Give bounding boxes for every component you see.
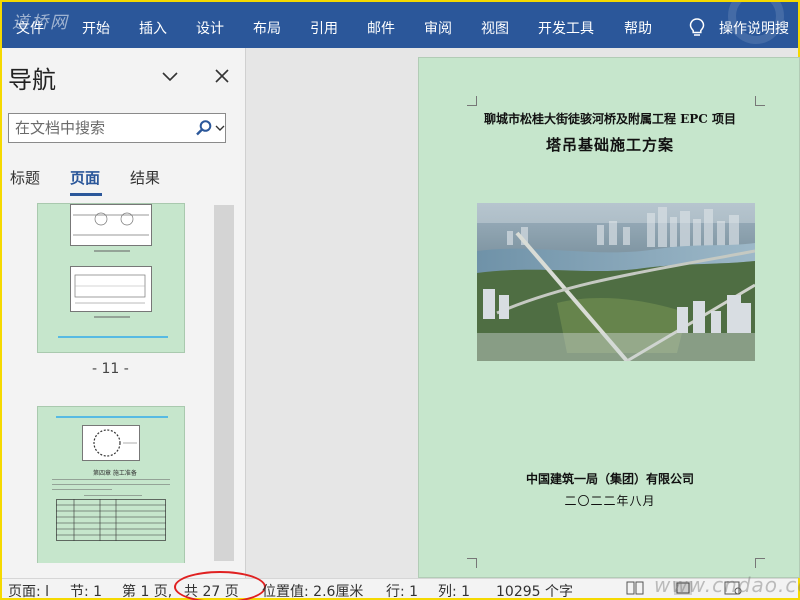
search-box: [8, 113, 226, 143]
tab-references[interactable]: 引用: [310, 18, 338, 38]
ribbon-tab-bar: 道桥网 文件 开始 插入 设计 布局 引用 邮件 审阅 视图 开发工具 帮助 操…: [2, 2, 798, 48]
tab-review[interactable]: 审阅: [424, 18, 452, 38]
status-line[interactable]: 行: 1: [386, 581, 418, 600]
read-mode-icon[interactable]: [626, 581, 644, 595]
status-position[interactable]: 位置值: 2.6厘米: [262, 581, 363, 600]
tab-insert[interactable]: 插入: [139, 18, 167, 38]
lightbulb-icon[interactable]: [688, 17, 706, 37]
nav-pane-title: 导航: [8, 66, 56, 94]
tab-help[interactable]: 帮助: [624, 18, 652, 38]
document-page[interactable]: 聊城市松桂大街徒骇河桥及附属工程 EPC 项目 塔吊基础施工方案 中国建筑一局（…: [418, 57, 800, 578]
document-title: 塔吊基础施工方案: [545, 136, 674, 154]
status-section[interactable]: 节: 1: [70, 581, 102, 600]
active-tab-indicator: [70, 193, 102, 196]
close-icon[interactable]: [212, 66, 232, 86]
tab-headings[interactable]: 标题: [10, 167, 40, 188]
page-thumbnail[interactable]: 第四章 施工准备: [37, 406, 185, 563]
tab-layout[interactable]: 布局: [253, 18, 281, 38]
thumbnail-text-line: [52, 484, 170, 485]
status-bar: 页面: l 节: 1 第 1 页, 共 27 页 位置值: 2.6厘米 行: 1…: [2, 571, 800, 600]
navigation-pane: 导航 标题 页面 结果: [2, 48, 246, 578]
chevron-down-icon[interactable]: [214, 122, 226, 134]
page-thumbnails: - 11 - 第四章 施工准备: [2, 203, 246, 563]
thumbnail-drawing: [82, 425, 140, 461]
thumbnail-footer-line: [58, 336, 168, 338]
status-page[interactable]: 页面: l: [8, 581, 49, 600]
tab-home[interactable]: 开始: [82, 18, 110, 38]
search-input[interactable]: [9, 114, 189, 142]
crop-mark: [467, 558, 477, 568]
status-page-of[interactable]: 第 1 页,: [122, 581, 172, 600]
highlight-circle: [174, 571, 266, 600]
thumbnail-text-line: [52, 479, 170, 480]
crop-mark: [755, 558, 765, 568]
thumbnail-drawing: [70, 266, 152, 312]
thumbnail-caption: [94, 316, 130, 318]
chevron-down-icon[interactable]: [160, 66, 180, 86]
page-thumbnail[interactable]: [37, 203, 185, 353]
tab-design[interactable]: 设计: [196, 18, 224, 38]
document-area: 聊城市松桂大街徒骇河桥及附属工程 EPC 项目 塔吊基础施工方案 中国建筑一局（…: [248, 48, 800, 578]
thumbnail-table: [56, 499, 166, 541]
status-word-count[interactable]: 10295 个字: [496, 581, 573, 600]
tab-view[interactable]: 视图: [481, 18, 509, 38]
document-date: 二〇二二年八月: [564, 494, 656, 508]
tab-file[interactable]: 文件: [16, 18, 44, 38]
crop-mark: [755, 96, 765, 106]
crop-mark: [467, 96, 477, 106]
company-name: 中国建筑一局（集团）有限公司: [525, 472, 694, 486]
thumbnail-drawing: [70, 204, 152, 246]
thumbnail-caption: [94, 250, 130, 252]
tab-pages[interactable]: 页面: [70, 167, 100, 188]
tab-results[interactable]: 结果: [130, 167, 160, 188]
status-column[interactable]: 列: 1: [438, 581, 470, 600]
thumbnail-heading: 第四章 施工准备: [93, 470, 137, 477]
search-icon[interactable]: [195, 119, 213, 137]
thumbnail-text-line: [52, 489, 112, 490]
thumbnail-scrollbar[interactable]: [214, 205, 234, 561]
project-title: 聊城市松桂大街徒骇河桥及附属工程 EPC 项目: [483, 112, 737, 126]
cover-photo: [477, 203, 755, 361]
page-number-label: - 11 -: [92, 361, 129, 377]
tab-developer[interactable]: 开发工具: [538, 18, 594, 38]
site-watermark-url: www.cndao.com: [654, 573, 800, 597]
thumbnail-header-line: [56, 416, 168, 418]
thumbnail-text-line: [84, 495, 142, 496]
tab-mailings[interactable]: 邮件: [367, 18, 395, 38]
